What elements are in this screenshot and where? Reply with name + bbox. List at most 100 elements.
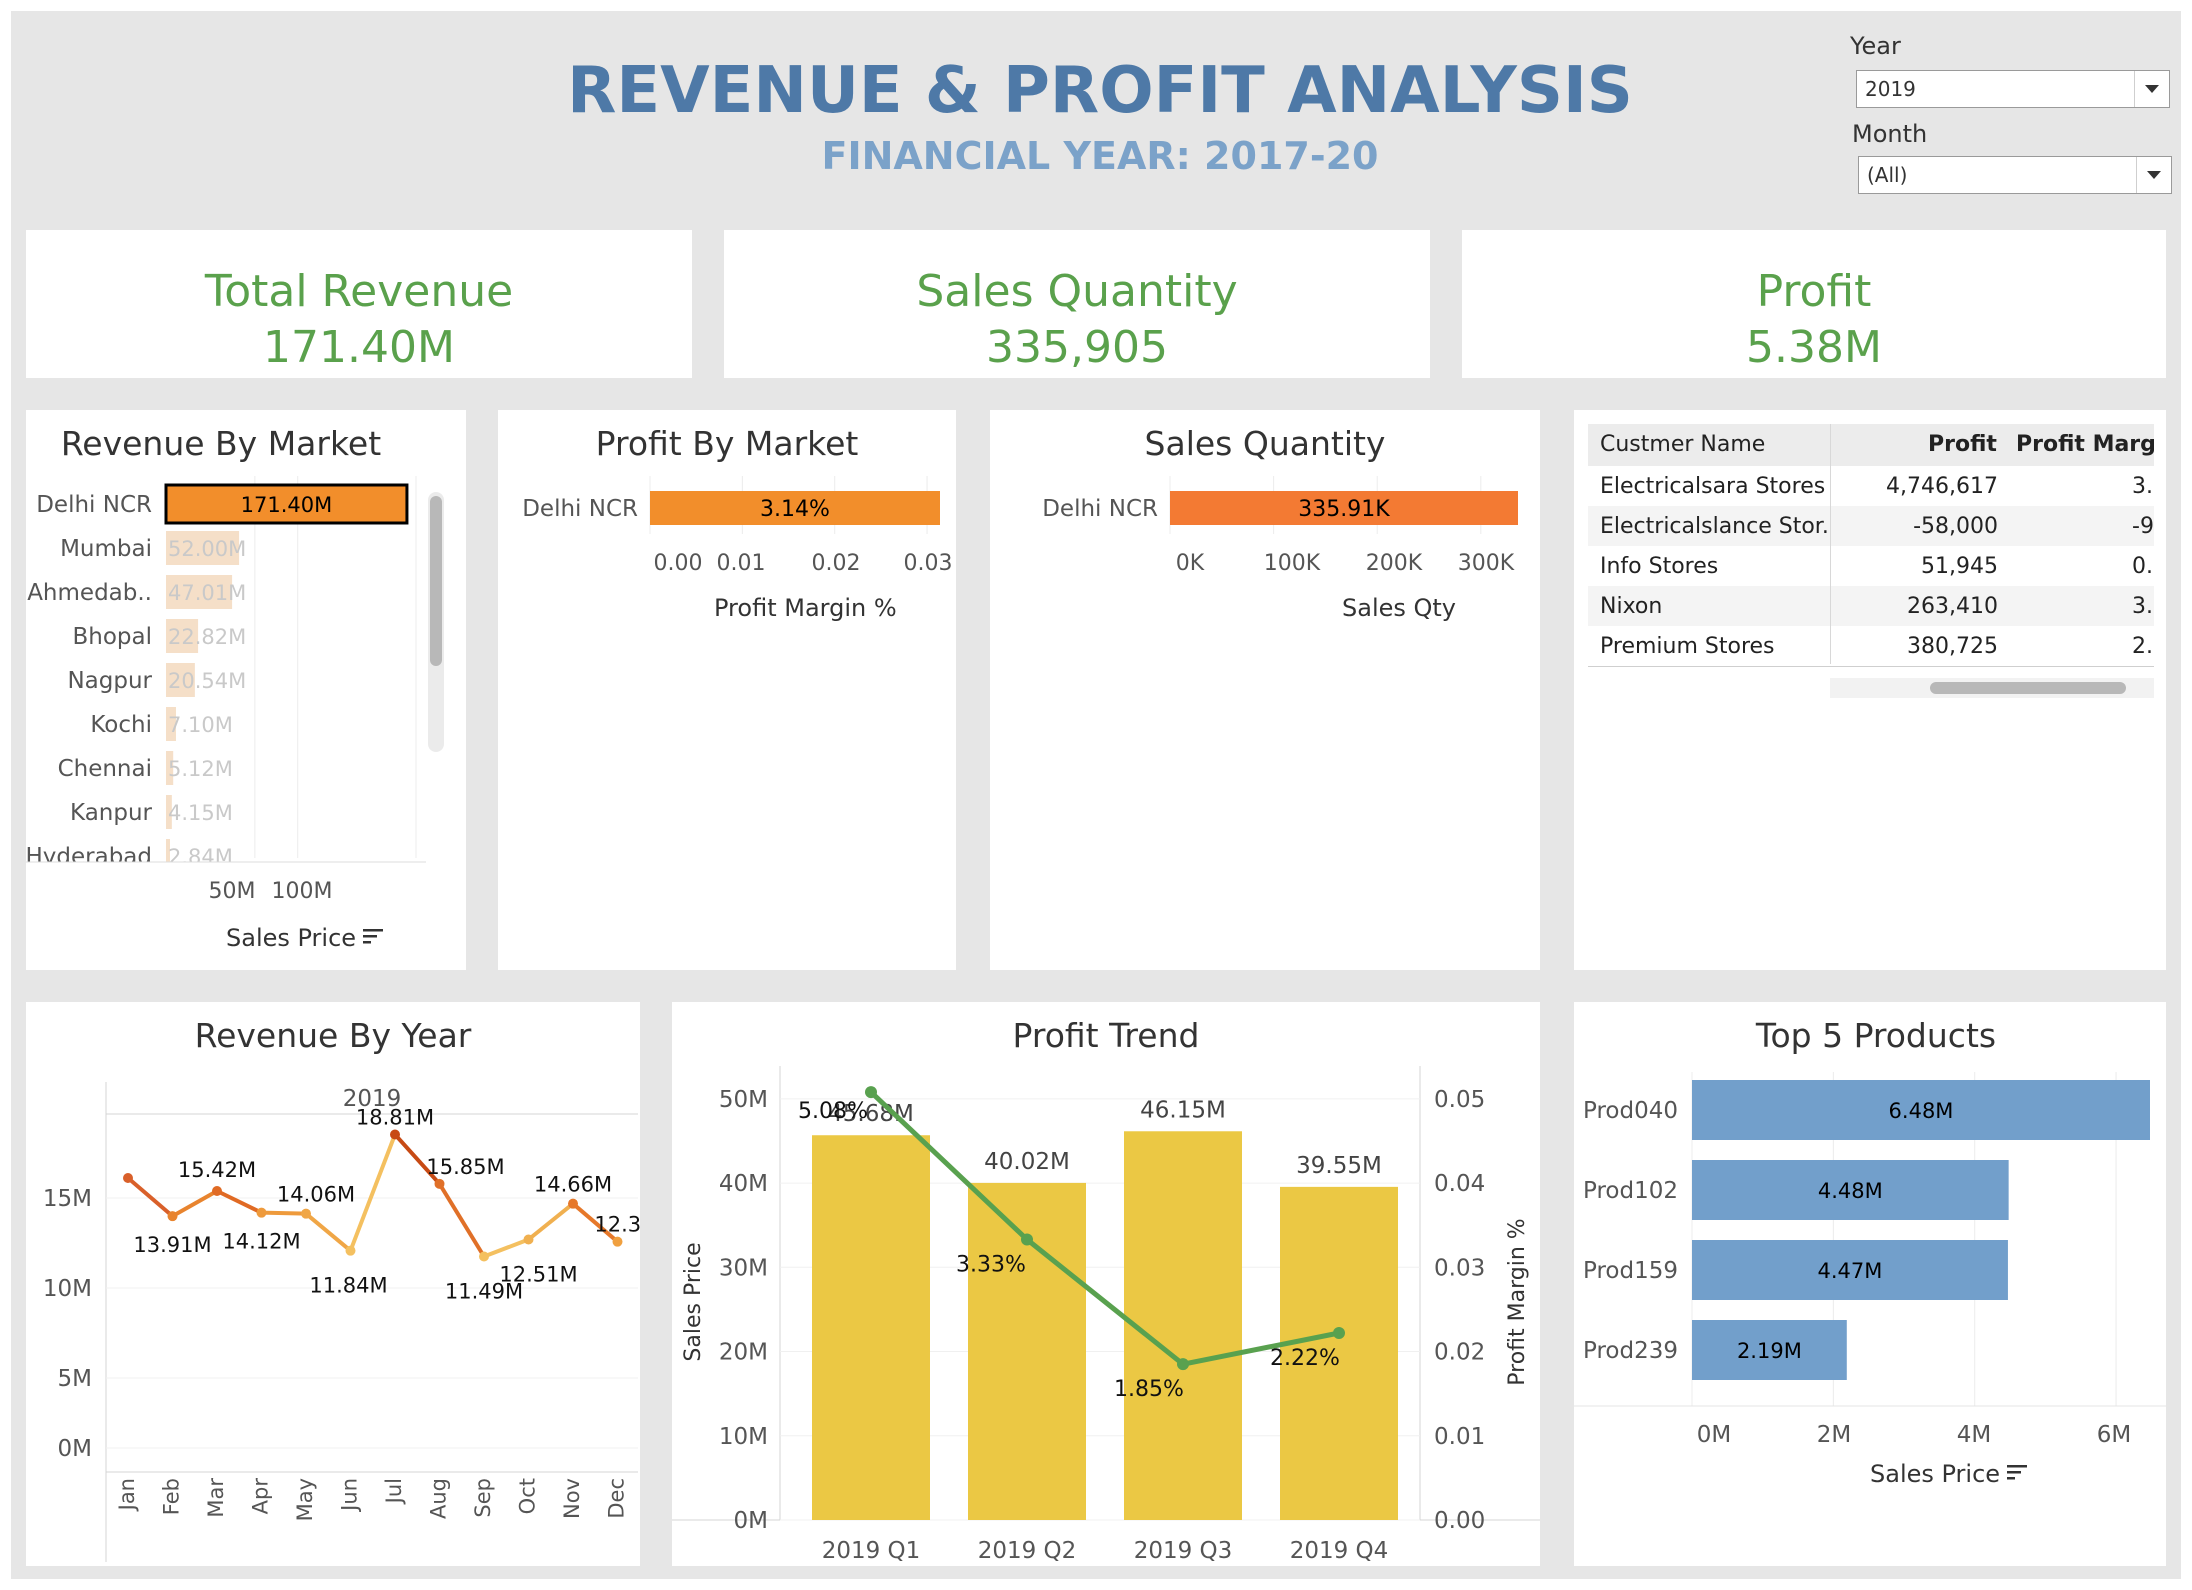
category-label: Nagpur (67, 668, 152, 694)
revenue-by-year-chart[interactable]: 20190M5M10M15M13.91M15.42M14.12M14.06M11… (26, 1002, 640, 1566)
category-label: Delhi NCR (1042, 496, 1158, 522)
tick-label: Jun (338, 1478, 362, 1513)
table-row[interactable]: Electricalsara Stores 4,746,617 3.4 (1588, 466, 2154, 506)
year-filter-label: Year (1850, 32, 1901, 60)
year-filter-select[interactable]: 2019 (1856, 70, 2170, 108)
sort-icon[interactable] (362, 926, 384, 948)
table-row[interactable]: Nixon 263,410 3.1 (1588, 586, 2154, 626)
axis-label-x: Profit Margin % (714, 594, 897, 622)
tick-label: 4M (1957, 1422, 1991, 1448)
chevron-down-icon[interactable] (2134, 71, 2169, 107)
data-label: 52.00M (168, 537, 246, 561)
tick-label: 2M (1817, 1422, 1851, 1448)
year-filter-value: 2019 (1865, 77, 1916, 101)
tick-label: 6M (2097, 1422, 2131, 1448)
kpi-card-total-revenue: Total Revenue 171.40M (26, 230, 692, 378)
tick-label: 0.01 (717, 551, 766, 576)
kpi-label: Total Revenue (204, 266, 514, 317)
table-cell: 3.1 (2132, 594, 2154, 619)
category-label: Bhopal (72, 624, 152, 650)
data-point (568, 1198, 578, 1209)
tick-label: 0M (1697, 1422, 1731, 1448)
data-label: 18.81M (356, 1106, 434, 1130)
column-header[interactable]: Profit Margin (2016, 432, 2154, 457)
table-cell: Nixon (1600, 594, 1663, 619)
data-label: 1.85% (1114, 1377, 1184, 1402)
bar (968, 1182, 1086, 1520)
series-line-segment (216, 1189, 263, 1215)
tick-label: Jan (115, 1478, 139, 1512)
bar (812, 1135, 930, 1520)
data-point (301, 1208, 311, 1219)
tick-label: 200K (1366, 551, 1423, 576)
revenue-by-market-chart[interactable]: Delhi NCR 171.40M Mumbai 52.00M Ahmedab.. 47.… (26, 410, 466, 970)
series-line-segment (261, 1210, 307, 1216)
sort-icon[interactable] (2006, 1462, 2028, 1484)
bar (1124, 1131, 1242, 1520)
tick-label: 0.04 (1434, 1171, 1485, 1197)
chevron-down-icon[interactable] (2136, 157, 2171, 193)
kpi-value: 5.38M (1746, 322, 1882, 373)
tick-label: 10M (719, 1424, 768, 1450)
data-label: 14.06M (277, 1183, 355, 1207)
category-label: Ahmedab.. (27, 580, 152, 606)
month-filter-select[interactable]: (All) (1858, 156, 2172, 194)
profit-trend-chart[interactable]: 0M 10M 20M 30M 40M 50M 0.00 0.01 0.02 0.03 0.04 0.0… (672, 1002, 1540, 1566)
series-line-segment (348, 1133, 397, 1252)
kpi-value: 335,905 (986, 322, 1168, 373)
tick-label: Apr (249, 1478, 273, 1515)
data-label: 39.55M (1296, 1153, 1382, 1179)
table-row[interactable]: Info Stores 51,945 0.4 (1588, 546, 2154, 586)
tick-label: Nov (560, 1478, 584, 1519)
tick-label: 2019 Q1 (822, 1538, 921, 1564)
tick-label: Jul (382, 1478, 406, 1505)
panel-profit-by-market: Profit By Market Delhi NCR 3.14% 0.00 0.01 0… (498, 410, 956, 970)
category-label: Kanpur (70, 800, 153, 826)
table-header-row: Custmer Name Profit Profit Margin (1588, 424, 2154, 467)
tick-label: 0.01 (1434, 1424, 1485, 1450)
table: Custmer Name Profit Profit Margin Electr… (1588, 424, 2154, 684)
data-point (345, 1245, 356, 1256)
data-label: 40.02M (984, 1149, 1070, 1175)
tick-label: 0.00 (1434, 1508, 1485, 1534)
tick-label: 0K (1176, 551, 1205, 576)
data-label: 22.82M (168, 625, 246, 649)
series-line (869, 1090, 1340, 1367)
tick-label: 50M (209, 879, 256, 904)
data-label: 12.51M (499, 1263, 577, 1287)
category-label: Prod239 (1583, 1338, 1678, 1364)
tick-label: 30M (719, 1255, 768, 1281)
axis-label-y2: Profit Margin % (1505, 1218, 1530, 1385)
kpi-label: Sales Quantity (916, 266, 1238, 317)
table-divider (1830, 424, 1831, 664)
profit-by-market-chart[interactable]: Delhi NCR 3.14% 0.00 0.01 0.02 0.03 (498, 410, 956, 970)
sales-quantity-chart[interactable]: Delhi NCR 335.91K 0K 100K 200K 300K (990, 410, 1540, 970)
panel-sales-quantity: Sales Quantity Delhi NCR 335.91K 0K 100K 200… (990, 410, 1540, 970)
data-label: 20.54M (168, 669, 246, 693)
tick-label: 0.02 (1434, 1340, 1485, 1366)
data-label: 3.33% (956, 1253, 1026, 1278)
table-row[interactable]: Premium Stores 380,725 2.7 (1588, 626, 2154, 666)
data-point (612, 1236, 623, 1247)
axis-label-y: Sales Price (681, 1242, 706, 1361)
tick-label: 40M (719, 1171, 768, 1197)
category-label: Delhi NCR (522, 496, 638, 522)
data-point (479, 1251, 489, 1262)
data-point (123, 1173, 133, 1183)
scrollbar-thumb[interactable] (430, 496, 442, 666)
table-row[interactable]: Electricalslance Stor.. -58,000 -9.0 (1588, 506, 2154, 546)
tick-label: Oct (516, 1478, 540, 1514)
data-label: 14.12M (222, 1230, 300, 1254)
data-label: 12.38M (594, 1213, 640, 1237)
column-header[interactable]: Profit (1928, 432, 1997, 457)
data-label: 11.84M (309, 1274, 387, 1298)
tick-label: 0M (734, 1508, 768, 1534)
table-cell: Electricalslance Stor.. (1600, 514, 1828, 539)
dashboard-subtitle: FINANCIAL YEAR: 2017-20 (821, 134, 1379, 178)
panel-revenue-by-market: Revenue By Market Delhi NCR 171.40M Mumbai… (26, 410, 466, 970)
scrollbar-thumb[interactable] (1930, 682, 2126, 694)
panel-top-5-products: Top 5 Products Prod040 6.48M Prod102 4.48M P… (1574, 1002, 2166, 1566)
column-header[interactable]: Custmer Name (1600, 432, 1765, 457)
data-point (865, 1086, 877, 1099)
tick-label: Aug (427, 1478, 451, 1519)
